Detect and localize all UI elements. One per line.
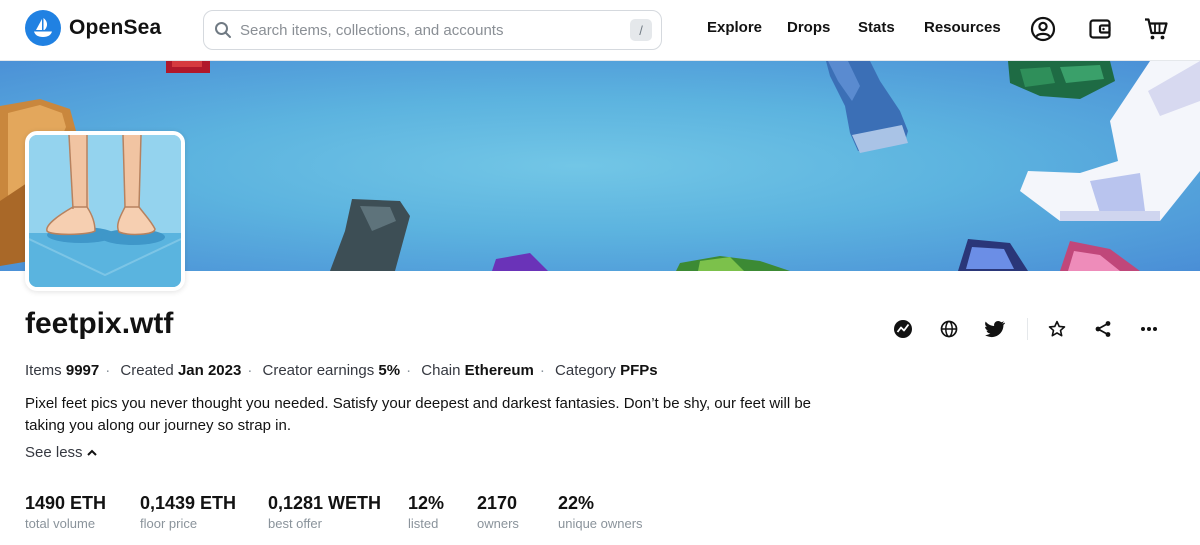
share-icon[interactable]: [1092, 318, 1114, 340]
stat-floor-price: 0,1439 ETH floor price: [140, 493, 237, 531]
see-less-button[interactable]: See less: [25, 444, 97, 461]
wallet-icon[interactable]: [1087, 16, 1113, 42]
star-icon[interactable]: [1046, 318, 1068, 340]
see-less-label: See less: [25, 444, 83, 461]
cart-icon[interactable]: [1143, 16, 1169, 42]
stat-total-volume: 1490 ETH total volume: [25, 493, 107, 531]
stat-best-offer: 0,1281 WETH best offer: [268, 493, 382, 531]
meta-items: Items 9997: [25, 362, 100, 379]
actions-divider: [1027, 318, 1028, 340]
opensea-logo[interactable]: OpenSea: [25, 10, 161, 46]
avatar-feet-artwork: [29, 135, 181, 287]
collection-avatar: [25, 131, 185, 291]
more-icon[interactable]: [1138, 318, 1160, 340]
globe-icon[interactable]: [938, 318, 960, 340]
search-bar[interactable]: /: [203, 10, 662, 50]
chevron-up-icon: [86, 449, 97, 456]
meta-chain: Chain Ethereum: [421, 362, 534, 379]
top-header: OpenSea / Explore Drops Stats Resources: [0, 0, 1200, 61]
meta-created: Created Jan 2023: [120, 362, 242, 379]
meta-creator-earnings: Creator earnings 5%: [262, 362, 401, 379]
twitter-icon[interactable]: [984, 318, 1006, 340]
account-icon[interactable]: [1030, 16, 1056, 42]
collection-title: feetpix.wtf: [25, 307, 174, 340]
brand-name: OpenSea: [69, 16, 162, 39]
activity-icon[interactable]: [892, 318, 914, 340]
opensea-logo-icon: [25, 10, 61, 46]
search-shortcut-key: /: [630, 19, 652, 41]
nav-stats[interactable]: Stats: [858, 19, 895, 36]
nav-explore[interactable]: Explore: [707, 19, 762, 36]
nav-resources[interactable]: Resources: [924, 19, 1001, 36]
search-input[interactable]: [238, 20, 630, 40]
nav-drops[interactable]: Drops: [787, 19, 830, 36]
collection-description: Pixel feet pics you never thought you ne…: [25, 395, 812, 434]
search-icon: [214, 21, 232, 39]
meta-category: Category PFPs: [555, 362, 658, 379]
stat-unique-owners: 22% unique owners: [558, 493, 643, 531]
collection-meta: Items 9997 · Created Jan 2023 · Creator ea…: [25, 362, 658, 379]
stat-owners: 2170 owners: [477, 493, 519, 531]
stat-listed: 12% listed: [408, 493, 445, 531]
